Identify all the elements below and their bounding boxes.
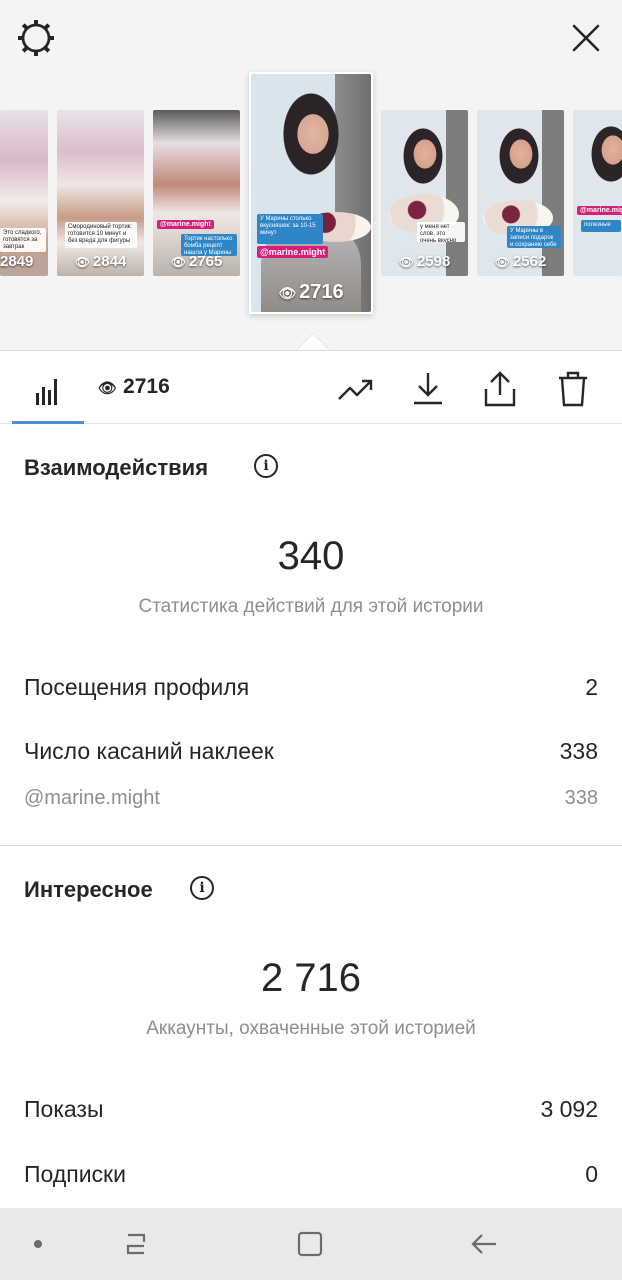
mention-taps-label[interactable]: @marine.might	[24, 787, 160, 810]
views-count: 2716	[123, 375, 170, 398]
impressions-value: 3 092	[540, 1096, 598, 1122]
follows-value: 0	[585, 1161, 598, 1187]
story-thumbnail[interactable]: у меня нет слов, это очень вкусно 👁 2598	[381, 110, 468, 276]
eye-icon: 👁	[98, 380, 118, 397]
story-thumbnail[interactable]: @marine.might полезные	[573, 110, 622, 276]
discovery-title: Интересное	[24, 877, 153, 902]
story-caption: у меня нет слов, это очень вкусно	[417, 222, 465, 242]
story-view-count: 👁 2598	[398, 253, 451, 270]
mention-sticker: @marine.might	[157, 220, 214, 229]
selected-story[interactable]: У Марины столько вкусняшек: за 10-15 мин…	[249, 72, 373, 314]
story-thumbnail[interactable]: У Марины столько вкусняшек: за 10-15 мин…	[251, 74, 371, 312]
section-divider	[0, 845, 622, 846]
eye-icon: 👁	[278, 285, 297, 301]
mention-sticker: @marine.might	[577, 206, 622, 215]
download-icon[interactable]	[408, 369, 448, 409]
selection-pointer	[297, 334, 329, 350]
discovery-total: 2 716	[260, 956, 362, 1000]
trash-icon[interactable]	[553, 369, 593, 409]
sticker-taps-value: 338	[559, 738, 598, 764]
views-tab[interactable]: 👁 2716	[98, 375, 170, 399]
active-tab-indicator	[12, 421, 84, 424]
story-view-count: 2849	[0, 253, 34, 270]
story-caption: полезные	[581, 220, 621, 232]
profile-visits-label: Посещения профиля	[24, 674, 250, 700]
back-icon[interactable]	[468, 1230, 500, 1258]
impressions-label: Показы	[24, 1096, 104, 1122]
story-toolbar: 👁 2716	[0, 350, 622, 424]
recent-apps-icon[interactable]	[120, 1230, 152, 1258]
story-thumbnail[interactable]: У Марины в записи подарок и сохраняю себ…	[477, 110, 564, 276]
story-view-count: 👁 2716	[278, 281, 344, 303]
bar-chart-icon[interactable]	[24, 371, 68, 411]
info-icon[interactable]: i	[190, 876, 214, 900]
eye-icon: 👁	[170, 255, 186, 269]
story-thumbnail[interactable]: @marine.might Тортик настолько бомба рец…	[153, 110, 240, 276]
mention-sticker: @marine.might	[257, 246, 329, 258]
story-caption: Смородиновый тортик: готовится 10 минут …	[65, 222, 137, 248]
eye-icon: 👁	[74, 255, 90, 269]
sticker-taps-label: Число касаний наклеек	[24, 738, 274, 764]
story-view-count: 👁 2844	[74, 253, 127, 270]
trending-icon[interactable]	[336, 369, 376, 409]
story-carousel: Это сладкого, готовятся за завтрак 2849 …	[0, 0, 622, 350]
share-icon[interactable]	[480, 369, 520, 409]
story-thumbnail[interactable]: Это сладкого, готовятся за завтрак 2849	[0, 110, 48, 276]
story-caption: Это сладкого, готовятся за завтрак	[0, 228, 46, 252]
eye-icon: 👁	[494, 255, 510, 269]
story-caption: У Марины столько вкусняшек: за 10-15 мин…	[257, 214, 323, 244]
story-thumbnail[interactable]: Смородиновый тортик: готовится 10 минут …	[57, 110, 144, 276]
interactions-title: Взаимодействия	[24, 455, 209, 480]
mention-taps-value: 338	[564, 787, 598, 809]
interactions-subtitle: Статистика действий для этой истории	[138, 596, 484, 617]
follows-label: Подписки	[24, 1161, 126, 1187]
info-icon[interactable]: i	[254, 454, 278, 478]
story-view-count: 👁 2765	[170, 253, 223, 270]
story-view-count: 👁 2562	[494, 253, 547, 270]
close-icon[interactable]	[566, 18, 606, 58]
story-caption: У Марины в записи подарок и сохраняю себ…	[507, 226, 561, 248]
home-icon[interactable]	[294, 1230, 326, 1258]
dot-icon	[34, 1240, 42, 1248]
discovery-subtitle: Аккаунты, охваченные этой историей	[146, 1018, 476, 1039]
android-nav-bar	[0, 1208, 622, 1280]
interactions-total: 340	[277, 534, 345, 578]
eye-icon: 👁	[398, 255, 414, 269]
gear-icon[interactable]	[16, 18, 56, 58]
profile-visits-value: 2	[585, 674, 598, 700]
